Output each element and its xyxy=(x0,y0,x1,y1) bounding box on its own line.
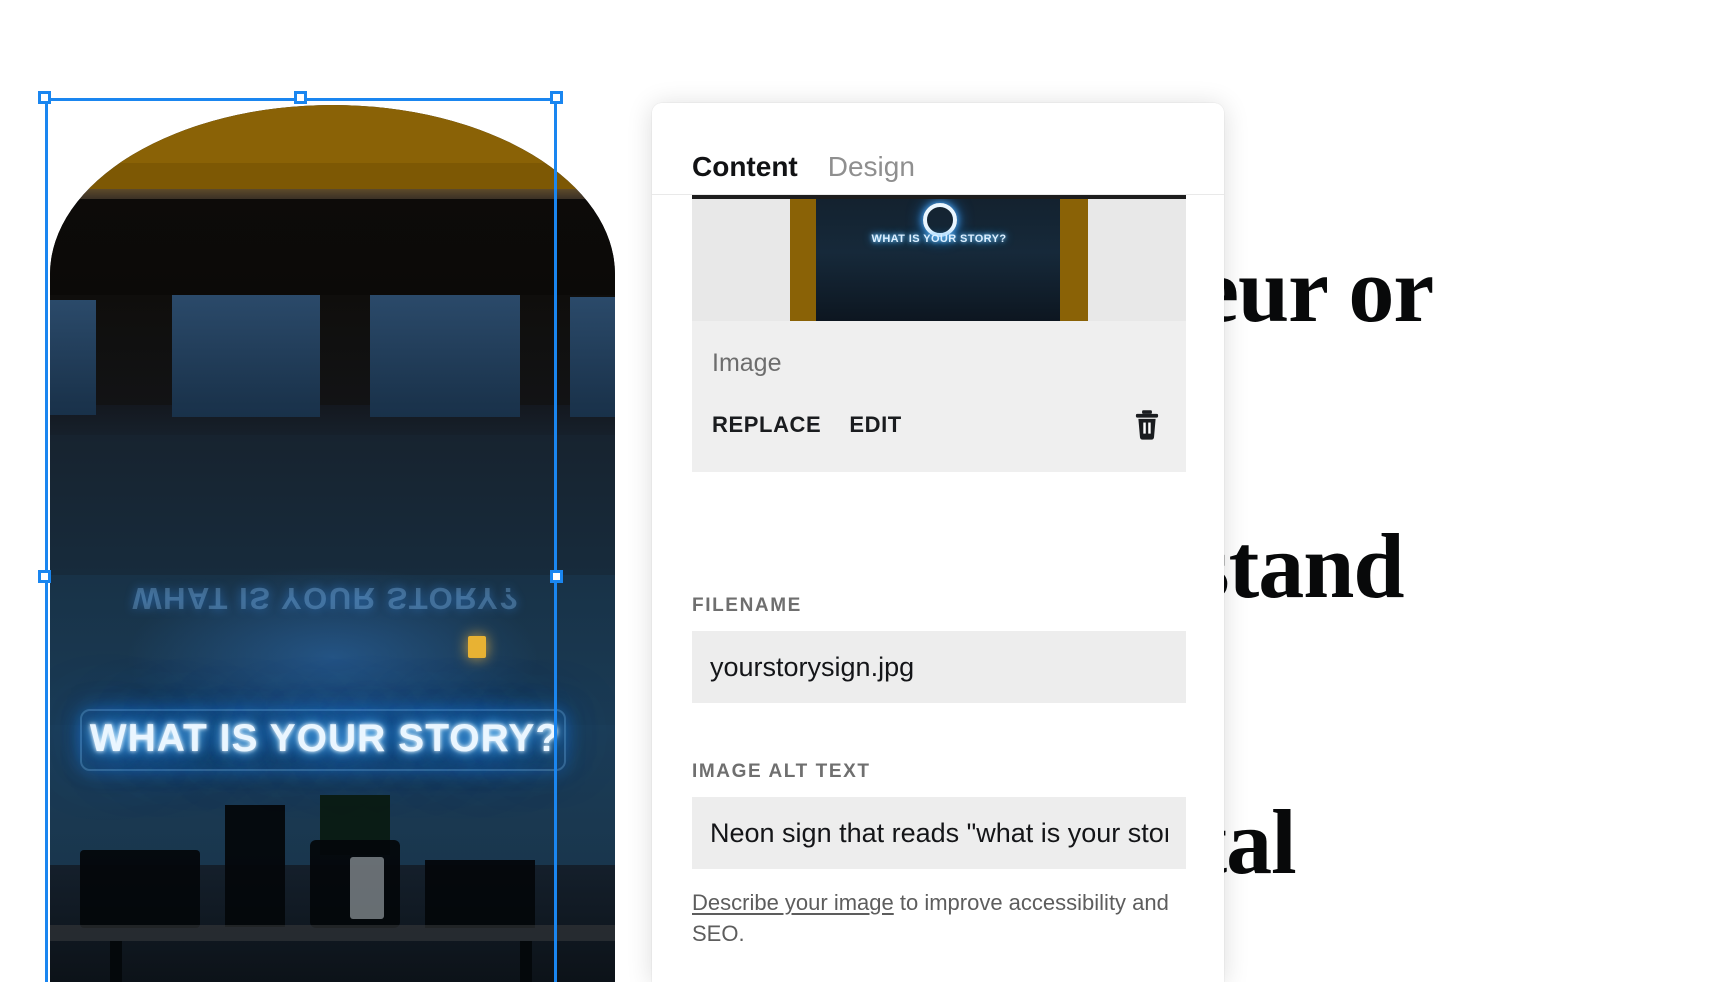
resize-handle-middle-left[interactable] xyxy=(38,570,51,583)
media-thumbnail[interactable]: WHAT IS YOUR STORY? xyxy=(692,199,1186,321)
window-pane xyxy=(570,297,615,417)
media-type-label: Image xyxy=(712,349,782,377)
resize-handle-top-center[interactable] xyxy=(294,91,307,104)
neon-sign-text: WHAT IS YOUR STORY? xyxy=(89,717,561,760)
trash-icon xyxy=(1132,409,1162,441)
alt-text-label: IMAGE ALT TEXT xyxy=(692,761,871,782)
editor-stage: epreneur or ng to stand d digital t tran… xyxy=(0,0,1732,982)
interior-silhouette xyxy=(225,805,285,927)
window-pane xyxy=(50,300,96,415)
media-action-row: REPLACE EDIT xyxy=(692,378,1186,472)
replace-button[interactable]: REPLACE xyxy=(712,412,821,438)
thumbnail-photo: WHAT IS YOUR STORY? xyxy=(790,199,1088,321)
filename-field-group: FILENAME xyxy=(692,595,1186,703)
delete-button[interactable] xyxy=(1130,408,1164,442)
resize-handle-top-left[interactable] xyxy=(38,91,51,104)
media-card: WHAT IS YOUR STORY? Image REPLACE EDIT xyxy=(692,195,1186,472)
interior-silhouette xyxy=(425,860,535,928)
alt-text-input[interactable] xyxy=(692,797,1186,869)
filename-label: FILENAME xyxy=(692,595,802,616)
tab-content[interactable]: Content xyxy=(692,151,798,189)
tab-design[interactable]: Design xyxy=(828,151,915,189)
edit-button[interactable]: EDIT xyxy=(849,412,902,438)
interior-silhouette xyxy=(350,857,384,919)
resize-handle-middle-right[interactable] xyxy=(550,570,563,583)
image-settings-panel: Content Design WHAT IS YOUR STORY? Image… xyxy=(652,103,1224,982)
window-pane xyxy=(370,295,520,417)
panel-tab-bar: Content Design xyxy=(652,103,1224,195)
thumbnail-neon-text: WHAT IS YOUR STORY? xyxy=(871,233,1007,245)
filename-input[interactable] xyxy=(692,631,1186,703)
desk-leg xyxy=(520,941,532,982)
desk-leg xyxy=(110,941,122,982)
alt-text-field-group: IMAGE ALT TEXT Describe your image to im… xyxy=(692,761,1186,949)
panel-body: WHAT IS YOUR STORY? Image REPLACE EDIT F… xyxy=(652,195,1224,982)
selected-image-block[interactable]: WHAT IS YOUR STORY? WHAT IS YOUR STORY? xyxy=(50,105,615,982)
neon-sign-reflection: WHAT IS YOUR STORY? xyxy=(132,581,520,616)
desk-edge xyxy=(50,925,615,941)
describe-your-image-link[interactable]: Describe your image xyxy=(692,890,894,915)
resize-handle-top-right[interactable] xyxy=(550,91,563,104)
interior-silhouette xyxy=(80,850,200,928)
amber-light-icon xyxy=(468,636,486,658)
window-pane xyxy=(172,295,320,417)
alt-text-help: Describe your image to improve accessibi… xyxy=(692,887,1186,949)
neon-ring-icon xyxy=(923,203,957,237)
